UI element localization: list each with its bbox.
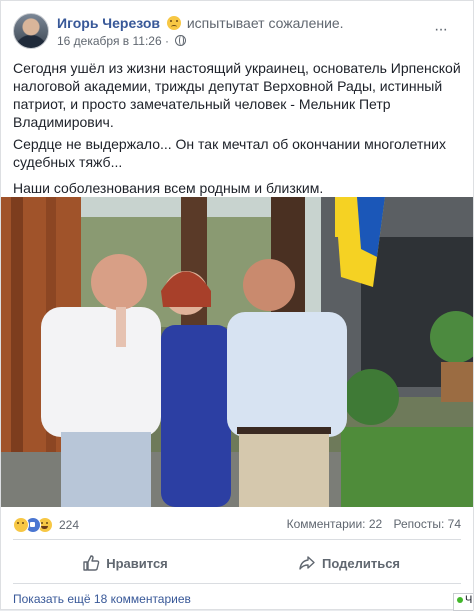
shares-count[interactable]: Репосты: 74 [394, 517, 461, 531]
reactions-summary[interactable]: 224 [13, 516, 79, 534]
post-actions: Нравится Поделиться [13, 546, 461, 580]
like-label: Нравится [106, 555, 168, 571]
globe-icon[interactable] [175, 35, 187, 46]
chat-tab-label: Ч [465, 594, 473, 606]
share-label: Поделиться [321, 555, 401, 571]
reaction-count: 224 [59, 518, 80, 532]
post-paragraph: Наши соболезнования всем родным и близки… [13, 180, 324, 196]
share-arrow-icon [299, 556, 315, 570]
more-options-icon[interactable]: ··· [434, 21, 448, 39]
divider [13, 583, 461, 584]
post-timestamp[interactable]: 16 декабря в 11:26 · [57, 34, 169, 48]
post-text: Сегодня ушёл из жизни настоящий украинец… [13, 59, 461, 201]
chat-tab[interactable]: Ч [453, 593, 473, 611]
share-button[interactable]: Поделиться [237, 546, 461, 580]
post-header: Игорь Черезов испытывает сожаление. 16 д… [13, 13, 453, 55]
sad-face-icon [166, 16, 181, 30]
avatar[interactable] [13, 13, 49, 49]
post-paragraph: Сегодня ушёл из жизни настоящий украинец… [13, 60, 461, 130]
show-more-comments-link[interactable]: Показать ещё 18 комментариев [13, 592, 191, 606]
like-button[interactable]: Нравится [13, 546, 237, 580]
post-photo[interactable] [1, 197, 473, 507]
thumbs-up-icon [83, 555, 100, 571]
online-dot-icon [457, 597, 463, 603]
comments-count[interactable]: Комментарии: 22 [287, 517, 383, 531]
author-line: Игорь Черезов испытывает сожаление. [57, 15, 344, 31]
post-card: Игорь Черезов испытывает сожаление. 16 д… [0, 0, 474, 611]
post-meta: 16 декабря в 11:26 · [57, 34, 187, 48]
engagement-counts: Комментарии: 22 Репосты: 74 [287, 517, 461, 531]
author-name[interactable]: Игорь Черезов [57, 15, 160, 31]
divider [13, 539, 461, 540]
sad-reaction-icon [13, 517, 29, 533]
post-paragraph: Сердце не выдержало... Он так мечтал об … [13, 136, 446, 170]
feeling-text: испытывает сожаление. [186, 15, 344, 31]
